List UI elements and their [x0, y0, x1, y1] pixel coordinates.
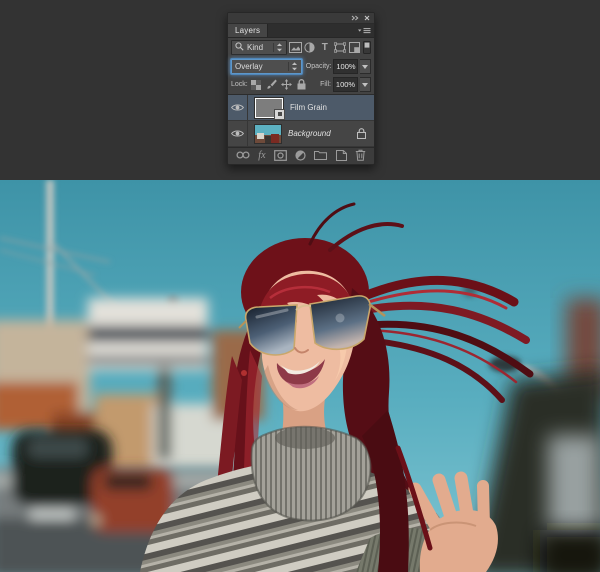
lock-row: Lock: Fill: 100%: [228, 76, 374, 94]
smart-filter-badge-icon: [274, 108, 285, 120]
smart-object-filter-icon[interactable]: [348, 41, 361, 54]
layer-row-background[interactable]: Background: [228, 121, 374, 147]
layer-mask-icon[interactable]: [273, 149, 287, 163]
fill-value-field[interactable]: 100%: [333, 77, 358, 92]
link-layers-icon[interactable]: [236, 151, 250, 161]
eye-icon: [231, 104, 244, 111]
lock-label: Lock:: [231, 81, 248, 88]
layer-filter-kind-dropdown[interactable]: Kind: [231, 40, 287, 55]
layer-thumbnail[interactable]: [254, 123, 282, 144]
close-panel-icon[interactable]: [364, 15, 370, 21]
layers-panel: Layers Kind T Overlay Opacity: 100% Lock…: [227, 12, 375, 165]
kind-dropdown-label: Kind: [247, 43, 264, 52]
photo-canvas: [0, 180, 600, 572]
delete-layer-icon[interactable]: [355, 149, 366, 163]
opacity-value: 100%: [336, 62, 356, 71]
visibility-toggle[interactable]: [228, 95, 248, 120]
eye-icon: [231, 130, 244, 137]
layer-filter-toggle-icon[interactable]: [362, 41, 371, 54]
fill-label: Fill:: [320, 81, 331, 88]
panel-tabbar: Layers: [228, 24, 374, 38]
panel-titlebar[interactable]: [228, 13, 374, 24]
layer-name[interactable]: Film Grain: [290, 103, 327, 112]
lock-all-icon[interactable]: [295, 78, 308, 91]
new-layer-icon[interactable]: [335, 149, 347, 163]
blend-mode-value: Overlay: [235, 62, 263, 71]
fill-value: 100%: [335, 80, 356, 89]
lock-pixels-icon[interactable]: [265, 78, 278, 91]
type-layer-filter-icon[interactable]: T: [318, 41, 331, 54]
opacity-dropdown-button[interactable]: [360, 59, 371, 74]
search-icon: [235, 42, 244, 53]
lock-position-icon[interactable]: [280, 78, 293, 91]
layer-thumbnail[interactable]: [255, 97, 285, 120]
layer-row-film-grain[interactable]: Film Grain: [228, 95, 374, 121]
blend-mode-dropdown[interactable]: Overlay: [231, 59, 302, 74]
earring: [241, 370, 247, 376]
tab-layers[interactable]: Layers: [228, 24, 269, 37]
opacity-label: Opacity:: [305, 63, 332, 70]
turtleneck-collar: [250, 425, 372, 522]
panel-menu-icon[interactable]: [358, 27, 371, 37]
adjustment-layer-filter-icon[interactable]: [304, 41, 317, 54]
fill-dropdown-button[interactable]: [360, 77, 371, 92]
shape-layer-filter-icon[interactable]: [333, 41, 346, 54]
panel-bottom-bar: fx: [228, 147, 374, 164]
adjustment-fill-icon[interactable]: [295, 149, 306, 163]
updown-arrows-icon: [272, 43, 283, 52]
type-filter-glyph: T: [321, 41, 328, 53]
layer-lock-icon: [357, 128, 366, 139]
pixel-layer-filter-icon[interactable]: [288, 41, 302, 54]
opacity-value-field[interactable]: 100%: [333, 59, 359, 74]
layer-filter-row: Kind T: [228, 38, 374, 57]
layer-name[interactable]: Background: [288, 129, 331, 138]
layers-list: Film Grain Background: [228, 94, 374, 147]
layer-style-icon[interactable]: fx: [258, 151, 265, 161]
tab-layers-label: Layers: [235, 26, 261, 35]
visibility-toggle[interactable]: [228, 121, 248, 146]
lock-transparency-icon[interactable]: [250, 78, 263, 91]
blend-mode-row: Overlay Opacity: 100%: [228, 57, 374, 76]
new-group-icon[interactable]: [314, 150, 328, 162]
updown-arrows-icon: [287, 62, 298, 71]
collapse-panel-icon[interactable]: [351, 15, 359, 21]
photoshop-workspace: { "workspace": { "background_color": "#3…: [0, 0, 600, 572]
